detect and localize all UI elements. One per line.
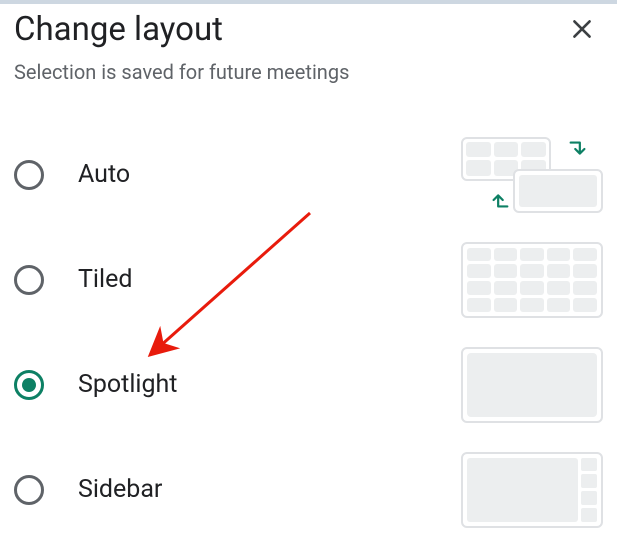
dialog-title: Change layout [14,10,223,49]
radio-sidebar[interactable] [14,475,44,505]
preview-tiled [461,242,603,318]
sidebar-layout-icon [461,452,603,528]
spotlight-icon [461,347,603,423]
auto-speaker-icon [513,169,603,213]
dialog-subtitle: Selection is saved for future meetings [14,60,603,84]
layout-options-list: Auto Tiled [14,122,603,542]
preview-spotlight [461,347,603,423]
radio-tiled[interactable] [14,265,44,295]
layout-option-tiled[interactable]: Tiled [14,227,603,332]
close-icon [569,16,595,42]
radio-auto[interactable] [14,160,44,190]
layout-option-auto[interactable]: Auto [14,122,603,227]
preview-sidebar [461,452,603,528]
dialog-header: Change layout [14,8,603,50]
preview-auto [461,137,603,213]
swap-up-icon [489,189,511,211]
option-label-sidebar: Sidebar [78,475,461,504]
layout-option-sidebar[interactable]: Sidebar [14,437,603,542]
swap-down-icon [567,138,589,160]
layout-option-spotlight[interactable]: Spotlight [14,332,603,437]
option-label-spotlight: Spotlight [78,370,461,399]
close-button[interactable] [561,8,603,50]
tiled-grid-icon [461,242,603,318]
change-layout-dialog: Change layout Selection is saved for fut… [0,0,617,542]
option-label-tiled: Tiled [78,265,461,294]
option-label-auto: Auto [78,160,461,189]
radio-spotlight[interactable] [14,370,44,400]
